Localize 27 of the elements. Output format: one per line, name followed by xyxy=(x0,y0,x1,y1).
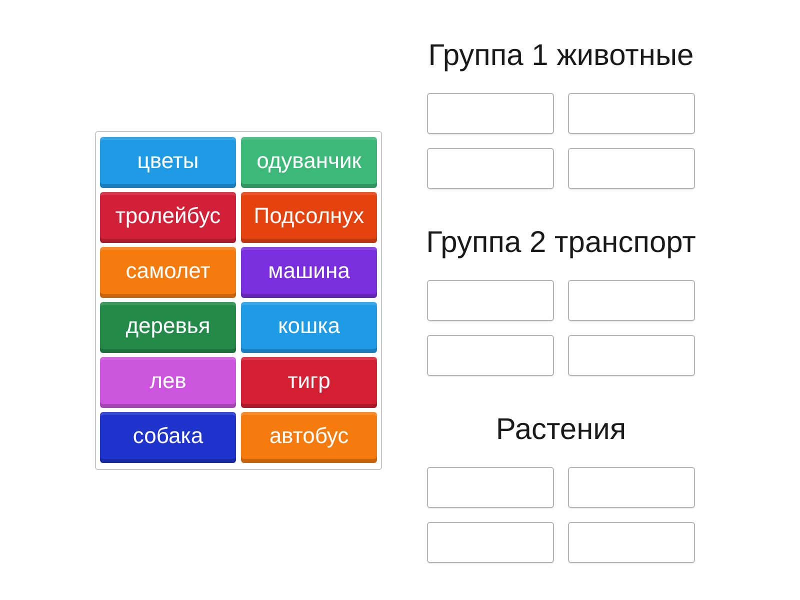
group-title: Группа 1 животные xyxy=(428,38,694,74)
word-tile[interactable]: Подсолнух xyxy=(241,192,377,242)
drop-slot[interactable] xyxy=(568,334,695,376)
drop-slot[interactable] xyxy=(568,148,695,188)
drop-slot[interactable] xyxy=(427,280,554,320)
word-tile[interactable]: цветы xyxy=(100,136,236,188)
drop-slot[interactable] xyxy=(568,280,695,320)
drop-slot[interactable] xyxy=(427,466,554,508)
word-tile[interactable]: тролейбус xyxy=(100,192,236,242)
drop-slot[interactable] xyxy=(427,92,554,134)
word-tile[interactable]: лев xyxy=(100,356,236,408)
drop-slot[interactable] xyxy=(427,148,554,188)
group-title: Растения xyxy=(496,412,626,448)
drop-slot[interactable] xyxy=(427,522,554,562)
group-title: Группа 2 транспорт xyxy=(426,224,696,260)
word-tile[interactable]: деревья xyxy=(100,302,236,352)
word-tile[interactable]: тигр xyxy=(241,356,377,408)
drop-slot[interactable] xyxy=(568,92,695,134)
word-tile[interactable]: машина xyxy=(241,246,377,298)
word-tile[interactable]: автобус xyxy=(241,412,377,462)
drop-slot[interactable] xyxy=(427,334,554,376)
word-tile[interactable]: кошка xyxy=(241,302,377,352)
drop-slot[interactable] xyxy=(568,466,695,508)
word-tile[interactable]: одуванчик xyxy=(241,136,377,188)
word-tile[interactable]: самолет xyxy=(100,246,236,298)
drop-slot[interactable] xyxy=(568,522,695,562)
word-tile[interactable]: собака xyxy=(100,412,236,462)
